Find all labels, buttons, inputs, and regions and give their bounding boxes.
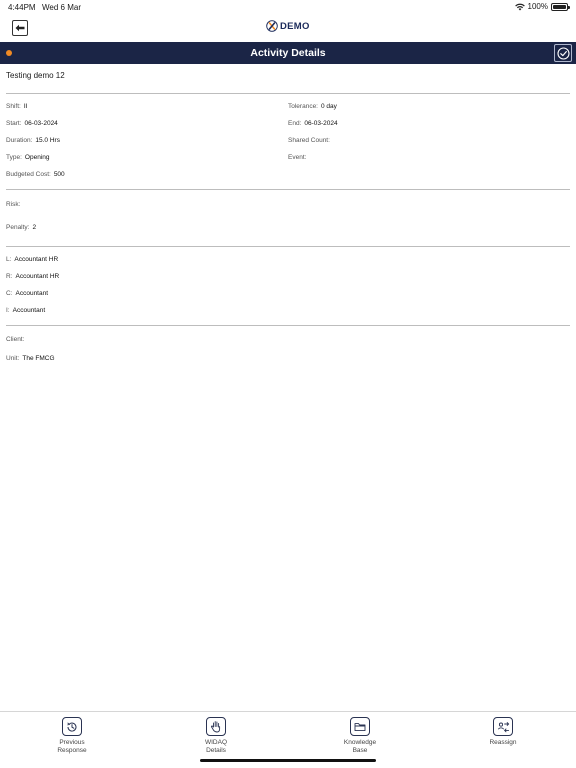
tab-knowledge-base[interactable]: Knowledge Base	[315, 717, 405, 755]
status-bar: 4:44PM Wed 6 Mar 100%	[0, 0, 576, 14]
logo-text: DEMO	[280, 20, 310, 32]
logo-mark-icon	[266, 20, 278, 32]
top-nav: DEMO	[0, 14, 576, 42]
duration-field: Duration: 15.0 Hrs	[6, 137, 60, 144]
battery-percent: 100%	[527, 2, 548, 11]
tolerance-field: Tolerance: 0 day	[288, 103, 337, 110]
end-value: 06-03-2024	[304, 120, 338, 127]
tab-reassign[interactable]: Reassign	[458, 717, 548, 747]
start-label: Start:	[6, 120, 22, 127]
budgeted-cost-value: 500	[53, 171, 65, 178]
page-title: Activity Details	[250, 47, 326, 59]
unit-label: Unit:	[6, 355, 20, 362]
raci-r-field: R: Accountant HR	[6, 273, 59, 280]
start-value: 06-03-2024	[24, 120, 58, 127]
status-time: 4:44PM	[8, 3, 36, 12]
shared-count-label: Shared Count:	[288, 137, 330, 144]
raci-c-field: C: Accountant	[6, 290, 48, 297]
penalty-field: Penalty: 2	[6, 224, 36, 231]
penalty-label: Penalty:	[6, 224, 30, 231]
raci-l-field: L: Accountant HR	[6, 256, 58, 263]
wifi-icon	[514, 3, 525, 10]
divider	[6, 325, 570, 326]
type-field: Type: Opening	[6, 154, 49, 161]
divider	[6, 93, 570, 94]
type-value: Opening	[24, 154, 50, 161]
hand-icon	[206, 717, 226, 736]
duration-label: Duration:	[6, 137, 33, 144]
check-circle-icon	[556, 46, 570, 60]
divider	[6, 189, 570, 190]
raci-l-label: L:	[6, 256, 12, 263]
end-label: End:	[288, 120, 302, 127]
shared-count-field: Shared Count:	[288, 137, 333, 144]
complete-button[interactable]	[554, 44, 572, 62]
raci-r-label: R:	[6, 273, 13, 280]
tab-label: WIDAQ Details	[204, 739, 228, 754]
end-field: End: 06-03-2024	[288, 120, 338, 127]
start-field: Start: 06-03-2024	[6, 120, 58, 127]
tab-previous-response[interactable]: Previous Response	[27, 717, 117, 755]
tab-label: Knowledge Base	[343, 739, 377, 754]
budgeted-cost-field: Budgeted Cost: 500	[6, 171, 65, 178]
shift-value: II	[23, 103, 28, 110]
raci-r-value: Accountant HR	[15, 273, 60, 280]
duration-value: 15.0 Hrs	[35, 137, 60, 144]
unit-field: Unit: The FMCG	[6, 355, 55, 362]
arrow-left-icon	[15, 24, 25, 32]
tolerance-label: Tolerance:	[288, 103, 318, 110]
shift-field: Shift: II	[6, 103, 27, 110]
status-date: Wed 6 Mar	[42, 3, 81, 12]
back-button[interactable]	[12, 20, 28, 36]
event-label: Event:	[288, 154, 307, 161]
raci-i-field: I: Accountant	[6, 307, 45, 314]
folder-icon	[350, 717, 370, 736]
raci-c-value: Accountant	[15, 290, 49, 297]
home-indicator[interactable]	[200, 759, 376, 762]
clock-history-icon	[62, 717, 82, 736]
client-label: Client:	[6, 336, 25, 343]
type-label: Type:	[6, 154, 22, 161]
raci-l-value: Accountant HR	[14, 256, 59, 263]
raci-c-label: C:	[6, 290, 13, 297]
battery-icon	[551, 2, 570, 11]
header-bar: Activity Details	[0, 42, 576, 64]
client-field: Client:	[6, 336, 27, 343]
tab-widaq-details[interactable]: WIDAQ Details	[171, 717, 261, 755]
app-logo: DEMO	[266, 20, 310, 32]
penalty-value: 2	[32, 224, 37, 231]
unit-value: The FMCG	[22, 355, 55, 362]
shift-label: Shift:	[6, 103, 21, 110]
activity-title: Testing demo 12	[6, 71, 65, 80]
status-right: 100%	[514, 2, 570, 11]
risk-field: Risk:	[6, 201, 23, 208]
tab-label: Previous Response	[57, 739, 87, 754]
tolerance-value: 0 day	[321, 103, 337, 110]
raci-i-label: I:	[6, 307, 10, 314]
event-field: Event:	[288, 154, 309, 161]
reassign-icon	[493, 717, 513, 736]
tab-label: Reassign	[489, 739, 517, 746]
raci-i-value: Accountant	[12, 307, 46, 314]
budgeted-cost-label: Budgeted Cost:	[6, 171, 51, 178]
risk-label: Risk:	[6, 201, 21, 208]
divider	[6, 246, 570, 247]
